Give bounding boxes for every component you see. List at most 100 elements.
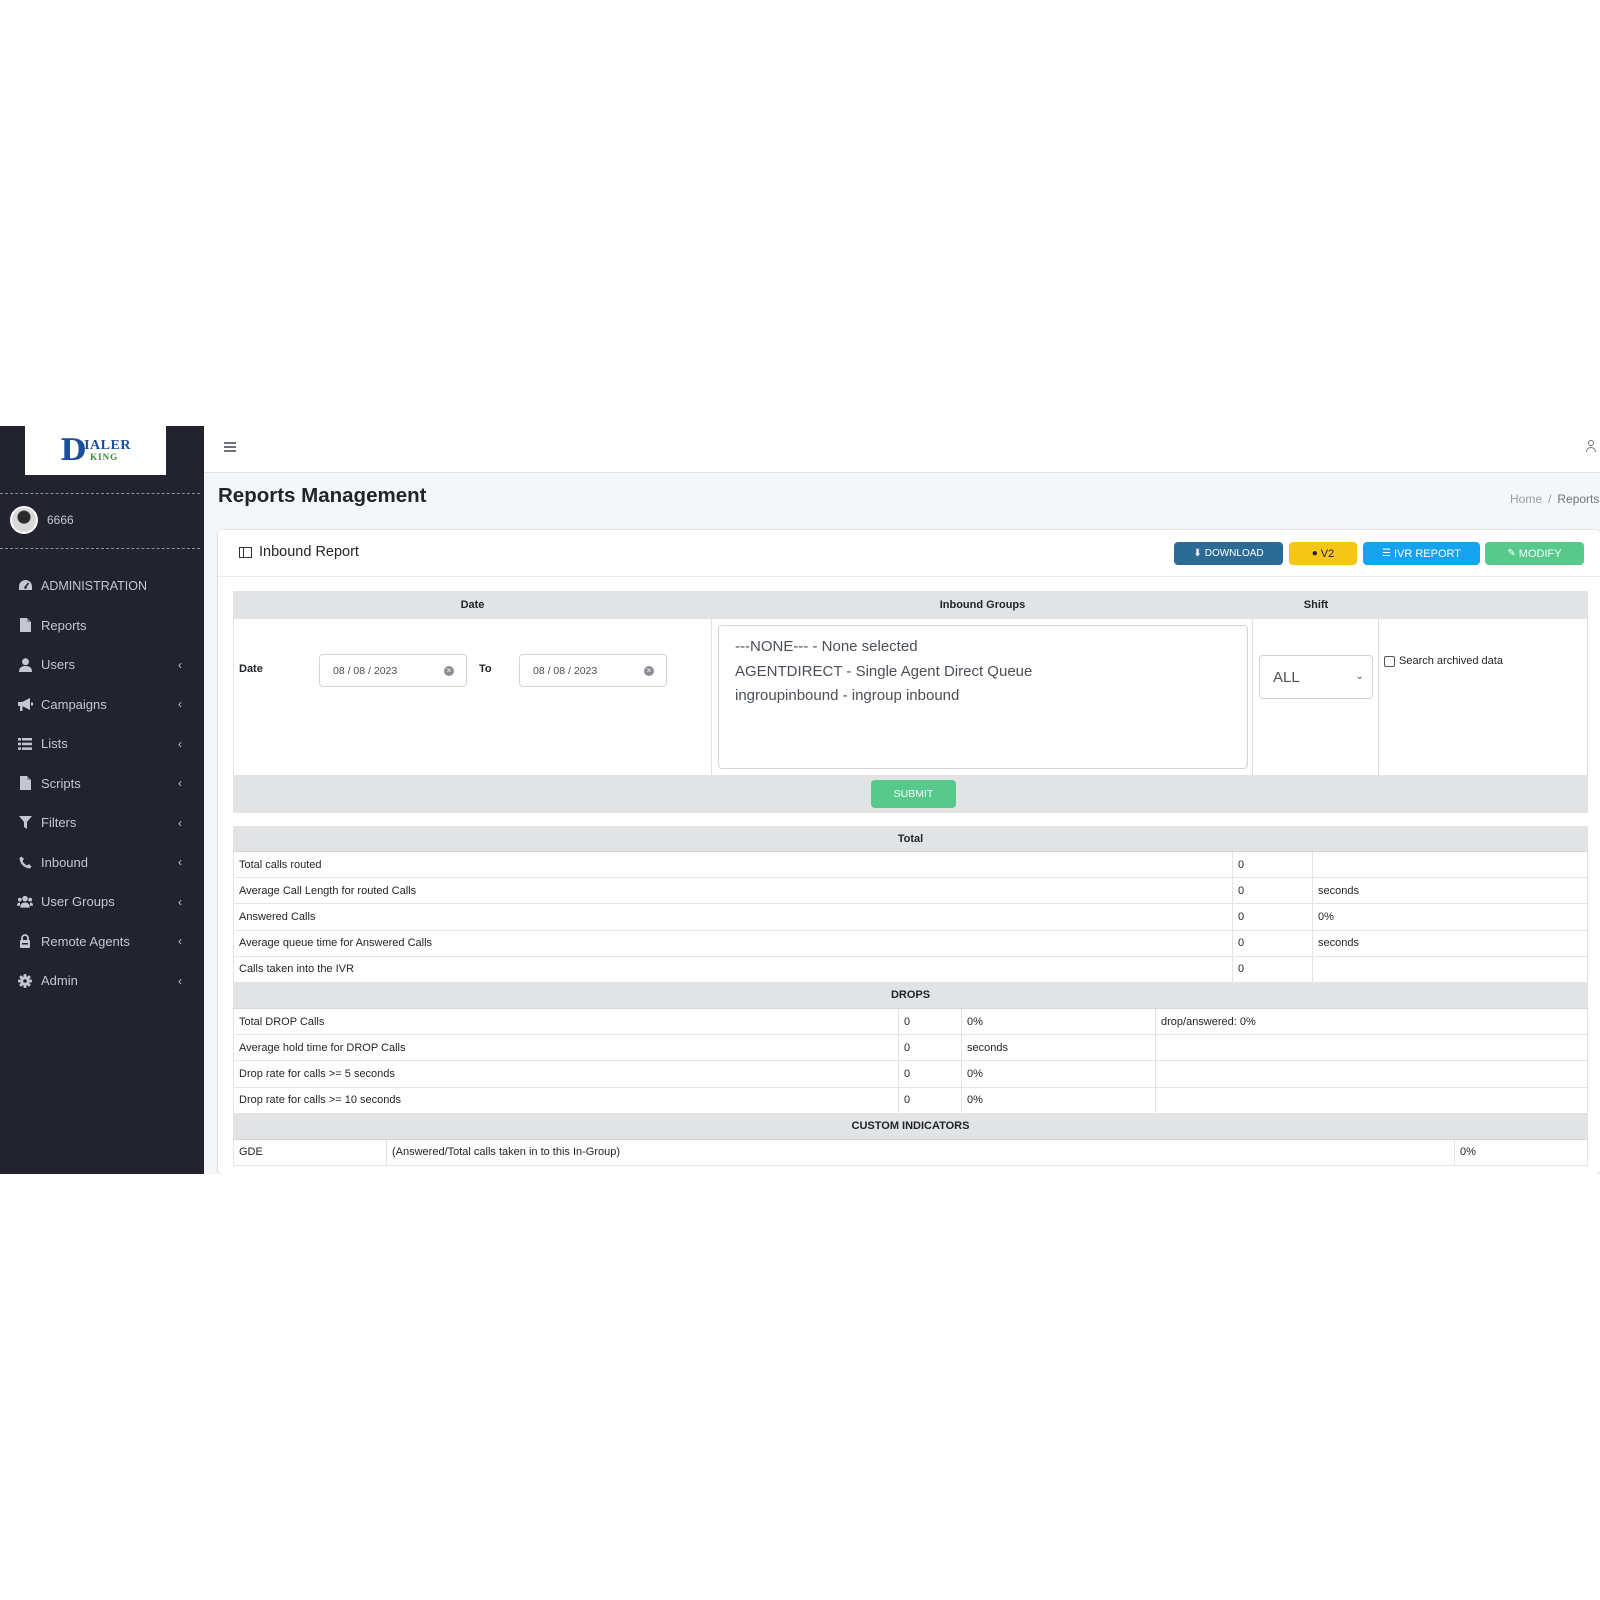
sidebar-item-administration[interactable]: ADMINISTRATION (0, 566, 204, 606)
search-archived-checkbox[interactable]: Search archived data (1384, 655, 1503, 667)
submit-button[interactable]: SUBMIT (871, 780, 956, 808)
sidebar-item-users[interactable]: Users ‹ (0, 645, 204, 685)
table-cell: Total calls routed (233, 852, 1233, 878)
shift-select[interactable]: ALL ⌄ (1259, 655, 1373, 699)
inbound-groups-multiselect[interactable]: ---NONE--- - None selected AGENTDIRECT -… (718, 625, 1248, 769)
sidebar-item-label: Remote Agents (41, 933, 130, 949)
chevron-down-icon: ⌄ (1355, 671, 1364, 682)
sidebar-item-label: Inbound (41, 854, 88, 870)
sidebar-item-filters[interactable]: Filters ‹ (0, 803, 204, 843)
table-cell: Drop rate for calls >= 10 seconds (233, 1087, 899, 1113)
logo-text-bottom: KING (90, 452, 119, 462)
inbound-groups-cell: ---NONE--- - None selected AGENTDIRECT -… (712, 619, 1253, 775)
table-cell: Average hold time for DROP Calls (233, 1035, 899, 1061)
user-menu-icon[interactable] (1585, 440, 1597, 456)
table-cell: 0 (1233, 930, 1313, 956)
table-cell: 0 (899, 1087, 962, 1113)
custom-indicators-section-header: CUSTOM INDICATORS (233, 1113, 1588, 1140)
sidebar-item-scripts[interactable]: Scripts ‹ (0, 764, 204, 804)
table-row: Total calls routed 0 (233, 852, 1588, 879)
table-cell: 0% (1313, 904, 1588, 930)
table-cell (1313, 956, 1588, 982)
sidebar-item-label: Reports (41, 617, 87, 633)
sidebar-item-label: User Groups (41, 894, 115, 910)
date-from-value: 08 / 08 / 2023 (333, 664, 398, 677)
table-columns-icon (239, 546, 252, 558)
chevron-left-icon: ‹ (178, 855, 182, 870)
shift-column-header: Shift (1253, 591, 1379, 619)
table-cell: 0% (962, 1087, 1156, 1113)
page-title: Reports Management (218, 484, 427, 507)
sidebar-item-campaigns[interactable]: Campaigns ‹ (0, 685, 204, 725)
sidebar-item-label: Filters (41, 815, 77, 831)
sidebar-item-admin[interactable]: Admin ‹ (0, 961, 204, 1001)
table-cell: 0% (962, 1008, 1156, 1035)
table-cell: 0% (962, 1061, 1156, 1087)
date-to-value: 08 / 08 / 2023 (533, 664, 598, 677)
gear-icon (17, 973, 33, 989)
table-cell: Answered Calls (233, 904, 1233, 930)
bullhorn-icon (17, 696, 33, 712)
sidebar-item-reports[interactable]: Reports (0, 606, 204, 646)
table-cell: Calls taken into the IVR (233, 956, 1233, 982)
drops-section-header: DROPS (233, 982, 1588, 1009)
filter-header-blank (1379, 591, 1588, 619)
date-column-header: Date (233, 591, 712, 619)
checkbox-icon[interactable] (1384, 655, 1395, 667)
file-icon (17, 617, 33, 633)
table-cell: seconds (1313, 930, 1588, 956)
table-cell (1156, 1035, 1588, 1061)
inbound-group-option[interactable]: AGENTDIRECT - Single Agent Direct Queue (735, 660, 1231, 685)
phone-icon (17, 854, 33, 870)
results-table: Total Total calls routed 0 Average Call Le… (233, 826, 1588, 1166)
sidebar-divider (0, 493, 200, 494)
chevron-left-icon: ‹ (178, 815, 182, 830)
table-cell: 0 (1233, 852, 1313, 878)
hamburger-menu-icon[interactable] (224, 442, 236, 452)
date-from-input[interactable]: 08 / 08 / 2023 × (319, 654, 467, 687)
ivr-report-button[interactable]: ☰ IVR REPORT (1363, 542, 1480, 565)
ivr-report-button-label: IVR REPORT (1393, 547, 1461, 560)
user-name: 6666 (47, 513, 74, 527)
card-header: Inbound Report ⬇ DOWNLOAD ● v2 ☰ IVR REPORT… (218, 530, 1600, 577)
sidebar-item-user-groups[interactable]: User Groups ‹ (0, 882, 204, 922)
table-cell: seconds (962, 1035, 1156, 1061)
sidebar: D IALER KING 6666 ADMINISTRATION Reports… (0, 426, 204, 1174)
table-row: Average hold time for DROP Calls 0 seconds (233, 1035, 1588, 1062)
app-frame: D IALER KING 6666 ADMINISTRATION Reports… (0, 426, 1600, 1174)
date-to-input[interactable]: 08 / 08 / 2023 × (519, 654, 667, 687)
logo-text-top: IALER (84, 438, 131, 453)
table-cell (1156, 1061, 1588, 1087)
date-cell: Date 08 / 08 / 2023 × To 08 / 08 / 2023 … (233, 619, 712, 775)
table-cell: seconds (1313, 878, 1588, 904)
clear-icon[interactable]: × (444, 666, 454, 676)
submit-row: SUBMIT (233, 775, 1588, 813)
sidebar-item-label: Admin (41, 973, 78, 989)
v2-button[interactable]: ● v2 (1289, 542, 1357, 565)
sidebar-item-label: Lists (41, 736, 68, 752)
table-cell: drop/answered: 0% (1156, 1008, 1588, 1035)
chevron-left-icon: ‹ (178, 657, 182, 672)
sidebar-divider (0, 548, 200, 549)
user-panel[interactable]: 6666 (10, 506, 74, 534)
modify-button[interactable]: ✎ MODIFY (1485, 542, 1584, 565)
download-button[interactable]: ⬇ DOWNLOAD (1174, 542, 1283, 565)
table-cell: Average queue time for Answered Calls (233, 930, 1233, 956)
sidebar-item-inbound[interactable]: Inbound ‹ (0, 843, 204, 883)
filter-form: Date Inbound Groups Shift Date 08 / 08 /… (233, 591, 1588, 813)
table-cell (1156, 1087, 1588, 1113)
modify-button-label: MODIFY (1518, 547, 1562, 560)
user-icon (17, 657, 33, 673)
table-row: Calls taken into the IVR 0 (233, 956, 1588, 983)
inbound-group-option[interactable]: ---NONE--- - None selected (735, 635, 1231, 660)
brand-logo[interactable]: D IALER KING (25, 426, 166, 475)
table-cell: Average Call Length for routed Calls (233, 878, 1233, 904)
sidebar-item-remote-agents[interactable]: Remote Agents ‹ (0, 922, 204, 962)
sidebar-nav: ADMINISTRATION Reports Users ‹ Campaigns… (0, 566, 204, 1001)
sidebar-item-lists[interactable]: Lists ‹ (0, 724, 204, 764)
clear-icon[interactable]: × (644, 666, 654, 676)
table-cell: 0 (899, 1008, 962, 1035)
table-row: Drop rate for calls >= 5 seconds 0 0% (233, 1061, 1588, 1088)
breadcrumb-home-link[interactable]: Home (1510, 492, 1542, 506)
inbound-group-option[interactable]: ingroupinbound - ingroup inbound (735, 684, 1231, 709)
